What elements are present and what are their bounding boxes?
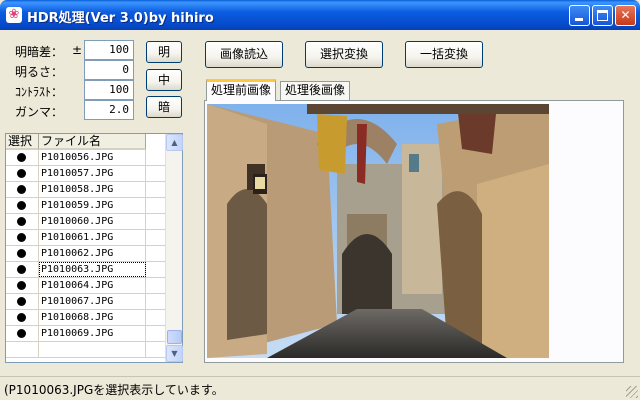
table-row[interactable]: P1010059.JPG [6, 198, 166, 214]
table-row[interactable]: P1010069.JPG [6, 326, 166, 342]
bright-button[interactable]: 明 [146, 41, 182, 63]
tab-before[interactable]: 処理前画像 [206, 79, 277, 101]
brightness-label: 明るさ： [15, 65, 64, 79]
contrast-range-label: 明暗差： [15, 45, 64, 59]
select-cell[interactable] [6, 278, 39, 293]
table-row[interactable]: P1010060.JPG [6, 214, 166, 230]
minimize-button[interactable] [569, 5, 590, 26]
select-cell[interactable] [6, 294, 39, 309]
filename-column-header[interactable]: ファイル名 [39, 134, 146, 150]
table-row[interactable]: P1010067.JPG [6, 294, 166, 310]
gamma-field[interactable]: 2.0 [84, 100, 134, 120]
selected-dot-icon [17, 233, 26, 242]
select-cell[interactable] [6, 310, 39, 325]
filename-cell[interactable]: P1010060.JPG [39, 214, 146, 229]
select-cell[interactable] [6, 214, 39, 229]
filename-cell[interactable]: P1010062.JPG [39, 246, 146, 261]
select-column-header[interactable]: 選択 [6, 134, 39, 150]
file-list-scrollbar[interactable]: ▲ ▼ [165, 134, 183, 362]
file-list[interactable]: 選択 ファイル名 P1010056.JPG P1010057.JPG P101005… [5, 133, 183, 363]
table-row[interactable]: P1010068.JPG [6, 310, 166, 326]
select-cell[interactable] [6, 198, 39, 213]
selected-dot-icon [17, 217, 26, 226]
plus-minus-sign: ± [72, 43, 83, 57]
filename-cell[interactable]: P1010069.JPG [39, 326, 146, 341]
filename-cell[interactable]: P1010057.JPG [39, 166, 146, 181]
table-row[interactable]: P1010063.JPG [6, 262, 166, 278]
select-cell[interactable] [6, 150, 39, 165]
contrast-range-field[interactable]: 100 [84, 40, 134, 60]
filename-cell[interactable]: P1010068.JPG [39, 310, 146, 325]
select-cell[interactable] [6, 230, 39, 245]
load-image-button[interactable]: 画像読込 [205, 41, 283, 68]
selected-dot-icon [17, 281, 26, 290]
select-cell[interactable] [6, 166, 39, 181]
filename-cell[interactable]: P1010064.JPG [39, 278, 146, 293]
tab-after[interactable]: 処理後画像 [280, 81, 351, 100]
table-row[interactable]: P1010062.JPG [6, 246, 166, 262]
contrast-label: ｺﾝﾄﾗｽﾄ： [15, 85, 64, 99]
select-cell[interactable] [6, 246, 39, 261]
table-row[interactable]: P1010058.JPG [6, 182, 166, 198]
app-icon[interactable]: ❀ [6, 7, 22, 23]
file-list-header: 選択 ファイル名 [6, 134, 166, 150]
selected-dot-icon [17, 153, 26, 162]
resize-grip[interactable] [626, 386, 638, 398]
scroll-up-icon[interactable]: ▲ [166, 134, 183, 151]
brightness-field[interactable]: 0 [84, 60, 134, 80]
table-row[interactable]: P1010057.JPG [6, 166, 166, 182]
minimize-icon [575, 18, 583, 21]
selected-dot-icon [17, 265, 26, 274]
selected-dot-icon [17, 249, 26, 258]
convert-selected-button[interactable]: 選択変換 [305, 41, 383, 68]
title-bar[interactable]: ❀ HDR処理(Ver 3.0)by hihiro ✕ [0, 0, 640, 30]
close-icon: ✕ [620, 8, 631, 22]
maximize-button[interactable] [592, 5, 613, 26]
contrast-field[interactable]: 100 [84, 80, 134, 100]
select-cell[interactable] [6, 326, 39, 341]
filename-cell[interactable]: P1010061.JPG [39, 230, 146, 245]
filename-cell[interactable] [39, 342, 146, 357]
selected-dot-icon [17, 313, 26, 322]
maximize-icon [597, 10, 608, 21]
filename-cell[interactable]: P1010063.JPG [39, 262, 146, 277]
status-bar: (P1010063.JPGを選択表示しています。 [0, 376, 640, 400]
scroll-down-icon[interactable]: ▼ [166, 345, 183, 362]
scroll-thumb[interactable] [167, 330, 182, 344]
file-list-rows: P1010056.JPG P1010057.JPG P1010058.JPG P101… [6, 150, 166, 358]
window-title: HDR処理(Ver 3.0)by hihiro [27, 11, 214, 26]
close-button[interactable]: ✕ [615, 5, 636, 26]
preview-image [207, 104, 549, 358]
filename-cell[interactable]: P1010059.JPG [39, 198, 146, 213]
selected-dot-icon [17, 297, 26, 306]
dark-button[interactable]: 暗 [146, 96, 182, 118]
filename-cell[interactable]: P1010067.JPG [39, 294, 146, 309]
select-cell[interactable] [6, 182, 39, 197]
table-row[interactable] [6, 342, 166, 358]
selected-dot-icon [17, 185, 26, 194]
table-row[interactable]: P1010056.JPG [6, 150, 166, 166]
filename-cell[interactable]: P1010058.JPG [39, 182, 146, 197]
table-row[interactable]: P1010064.JPG [6, 278, 166, 294]
select-cell[interactable] [6, 262, 39, 277]
filename-cell[interactable]: P1010056.JPG [39, 150, 146, 165]
table-row[interactable]: P1010061.JPG [6, 230, 166, 246]
selected-dot-icon [17, 329, 26, 338]
select-cell[interactable] [6, 342, 39, 357]
mid-button[interactable]: 中 [146, 69, 182, 91]
gamma-label: ガンマ： [15, 105, 64, 119]
status-text: (P1010063.JPGを選択表示しています。 [4, 383, 224, 397]
selected-dot-icon [17, 201, 26, 210]
convert-all-button[interactable]: 一括変換 [405, 41, 483, 68]
selected-dot-icon [17, 169, 26, 178]
